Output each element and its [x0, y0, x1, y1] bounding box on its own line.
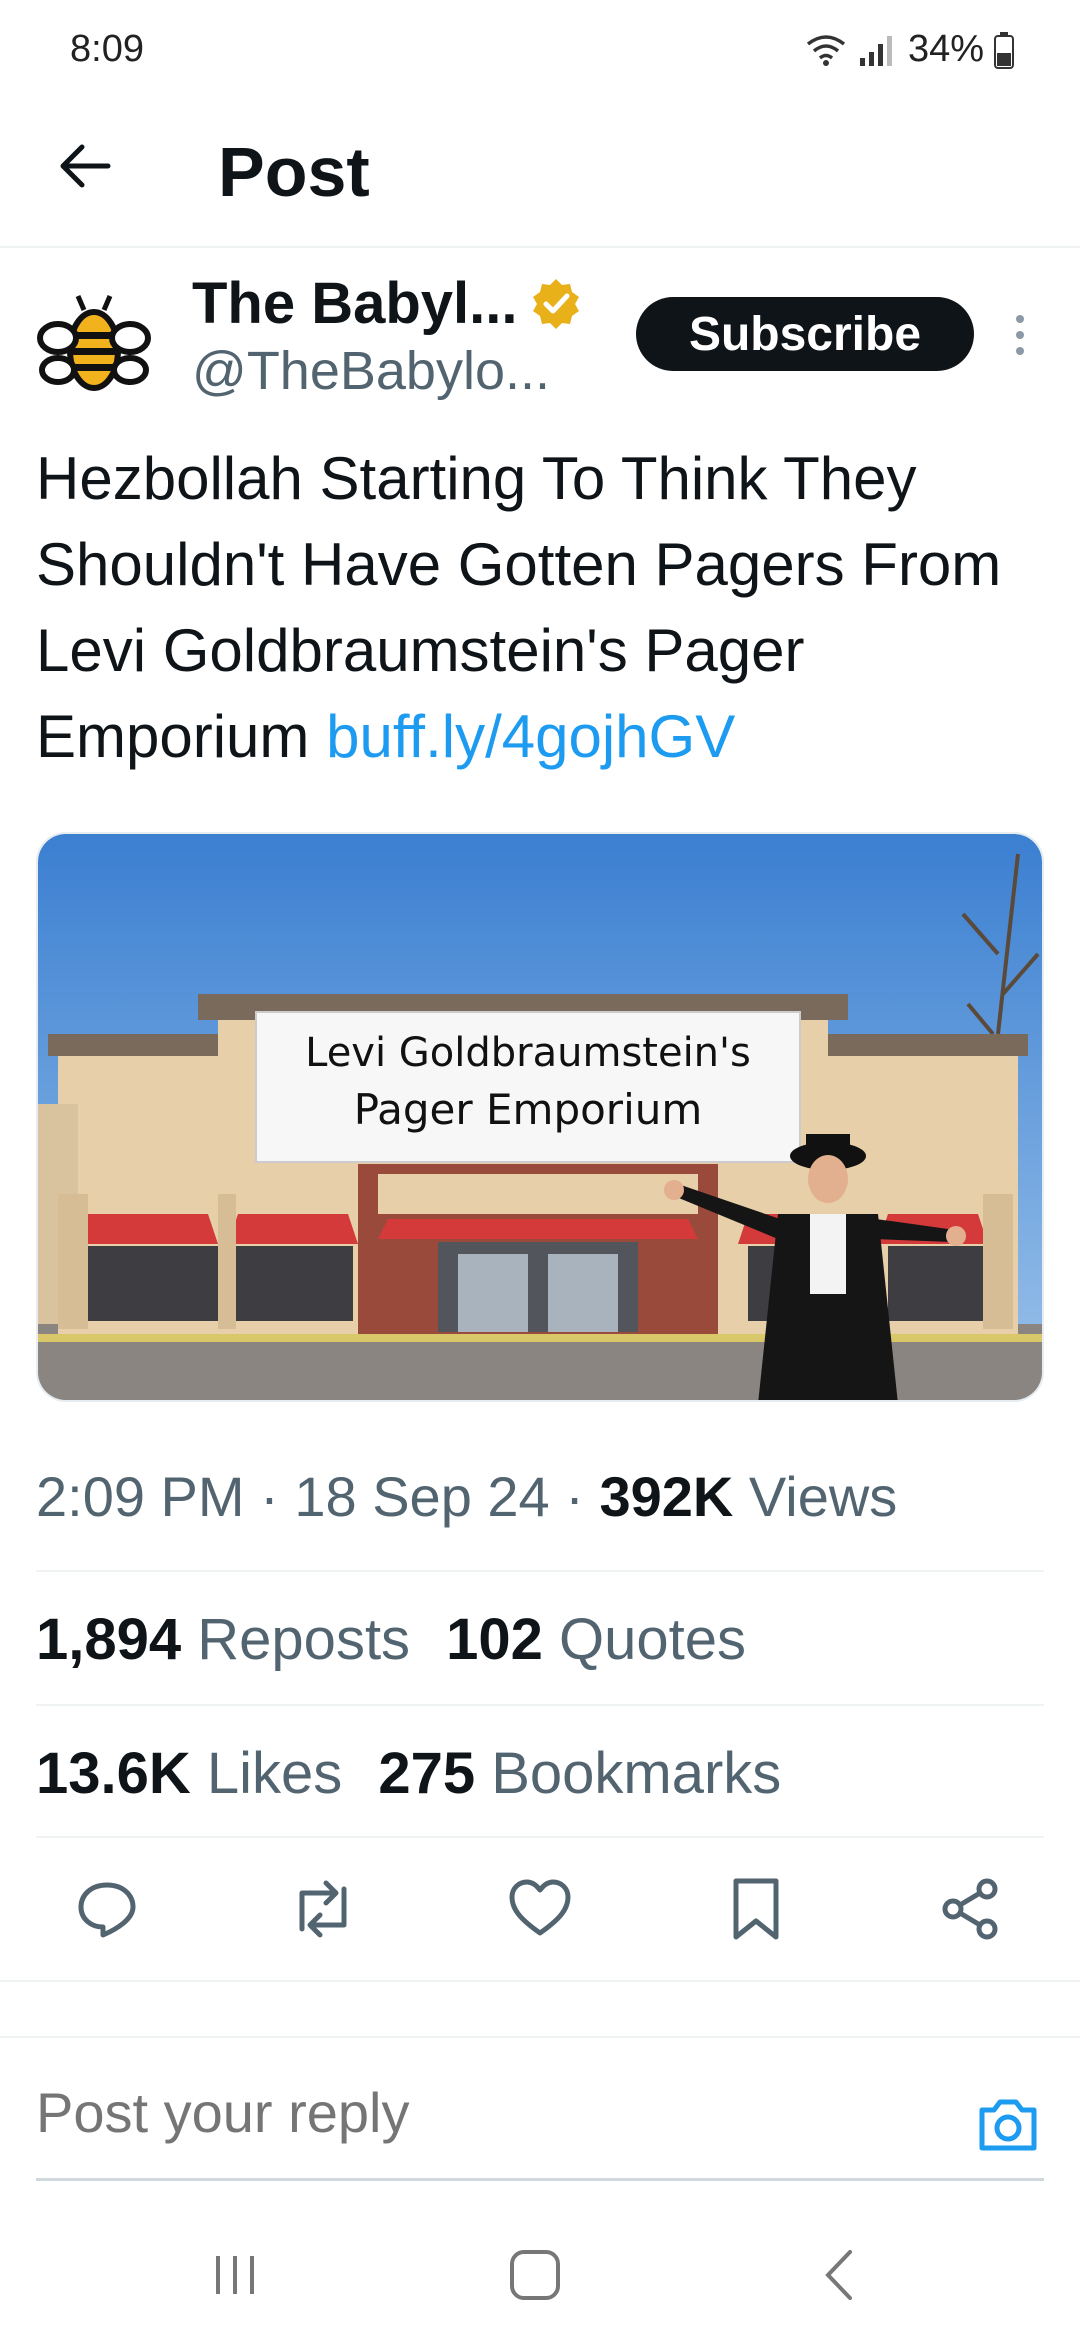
post-time: 2:09 PM [36, 1465, 245, 1528]
stats-row-reposts: 1,894 Reposts 102 Quotes [36, 1606, 746, 1673]
more-options-button[interactable] [1000, 300, 1040, 370]
bookmark-button[interactable] [713, 1866, 799, 1952]
author-handle[interactable]: @TheBabylo... [192, 340, 550, 402]
like-icon [509, 1879, 571, 1936]
camera-button[interactable] [976, 2094, 1040, 2154]
page-title: Post [218, 133, 370, 211]
home-button[interactable] [490, 2240, 580, 2310]
repost-button[interactable] [280, 1866, 366, 1952]
likes-stat[interactable]: 13.6K Likes [36, 1741, 342, 1806]
repost-icon [299, 1880, 347, 1938]
subscribe-button[interactable]: Subscribe [636, 297, 974, 371]
reply-icon [78, 1882, 136, 1938]
reposts-label: Reposts [197, 1607, 411, 1672]
bookmark-icon [733, 1878, 779, 1940]
back-nav-button[interactable] [795, 2240, 885, 2310]
views-count: 392K [599, 1465, 734, 1528]
reply-input[interactable] [36, 2080, 936, 2145]
divider [36, 1570, 1044, 1572]
battery-icon [994, 31, 1014, 69]
back-button[interactable] [48, 130, 120, 202]
meta-separator: · [565, 1465, 584, 1528]
battery-percent: 34% [907, 28, 984, 70]
quotes-label: Quotes [558, 1607, 746, 1672]
share-icon [942, 1878, 998, 1940]
like-button[interactable] [497, 1866, 583, 1952]
likes-count: 13.6K [36, 1741, 191, 1806]
status-time: 8:09 [70, 28, 144, 70]
chevron-left-icon [825, 2250, 852, 2300]
post-image[interactable]: Levi Goldbraumstein's Pager Emporium [36, 832, 1044, 1402]
sign-line-2: Pager Emporium [354, 1085, 703, 1134]
post-meta: 2:09 PM · 18 Sep 24 · 392K Views [36, 1464, 897, 1529]
more-dot-icon [1016, 347, 1024, 355]
status-icons: 34% [804, 28, 1014, 71]
divider [36, 1836, 1044, 1838]
share-button[interactable] [928, 1866, 1014, 1952]
quotes-count: 102 [446, 1607, 543, 1672]
avatar[interactable] [36, 288, 152, 404]
top-header: Post [0, 100, 1080, 248]
action-bar [0, 1866, 1080, 1952]
camera-icon [979, 2099, 1037, 2151]
recent-apps-button[interactable] [190, 2240, 280, 2310]
post-text: Hezbollah Starting To Think They Shouldn… [36, 436, 1056, 780]
views-label: Views [748, 1465, 898, 1528]
reposts-count: 1,894 [36, 1607, 182, 1672]
bookmarks-label: Bookmarks [491, 1741, 782, 1806]
post-link[interactable]: buff.ly/4gojhGV [326, 703, 735, 770]
sign-line-1: Levi Goldbraumstein's [305, 1030, 751, 1076]
likes-label: Likes [206, 1741, 343, 1806]
reposts-stat[interactable]: 1,894 Reposts [36, 1607, 410, 1672]
bookmarks-stat[interactable]: 275 Bookmarks [378, 1741, 781, 1806]
post-date: 18 Sep 24 [294, 1465, 550, 1528]
divider [0, 1980, 1080, 1982]
stats-row-likes: 13.6K Likes 275 Bookmarks [36, 1740, 781, 1807]
reply-button[interactable] [64, 1866, 150, 1952]
more-dot-icon [1016, 315, 1024, 323]
wifi-icon [806, 34, 846, 66]
recent-apps-icon [216, 2256, 254, 2294]
status-bar: 8:09 34% [0, 0, 1080, 100]
signal-icon [859, 35, 892, 66]
verified-badge-icon [532, 278, 579, 329]
more-dot-icon [1016, 331, 1024, 339]
quotes-stat[interactable]: 102 Quotes [446, 1607, 746, 1672]
store-photo: Levi Goldbraumstein's Pager Emporium [38, 834, 1042, 1400]
bookmarks-count: 275 [378, 1741, 476, 1806]
system-nav-bar [0, 2200, 1080, 2340]
author-name-row[interactable]: The Babyl... [192, 270, 584, 337]
arrow-left-icon [60, 144, 111, 188]
reply-bar [0, 2036, 1080, 2186]
reply-underline [36, 2178, 1044, 2181]
home-icon [510, 2250, 560, 2300]
bee-logo-icon [37, 295, 151, 391]
meta-separator: · [260, 1465, 279, 1528]
divider [36, 1704, 1044, 1706]
author-display-name[interactable]: The Babyl... [192, 270, 518, 337]
